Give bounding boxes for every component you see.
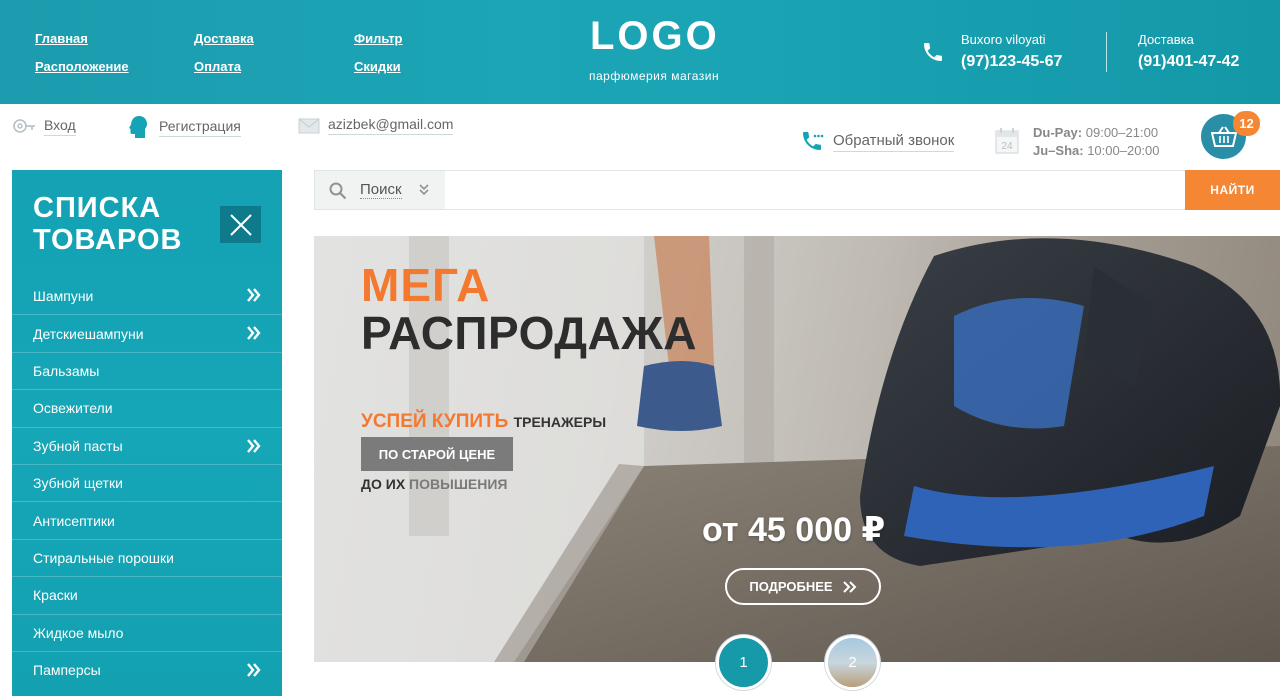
- sidebar-item[interactable]: Зубной пасты: [12, 426, 282, 464]
- double-chevron-right-icon: [247, 288, 261, 302]
- search-input[interactable]: [445, 171, 1185, 209]
- sidebar-item-label: Памперсы: [33, 662, 101, 679]
- nav-discounts-link[interactable]: Скидки: [354, 59, 401, 74]
- sidebar-item-label: Шампуни: [33, 287, 94, 304]
- callback-phone-icon: [803, 132, 824, 150]
- sidebar-item-label: Бальзамы: [33, 362, 100, 379]
- header-divider: [1106, 32, 1107, 72]
- sidebar-item-label: Жидкое мыло: [33, 624, 124, 641]
- site-logo[interactable]: LOGO: [590, 14, 720, 59]
- nav-location-link[interactable]: Расположение: [35, 59, 129, 74]
- working-hours: Du-Pay: 09:00–21:00 Ju–Sha: 10:00–20:00: [1033, 124, 1160, 160]
- sidebar-title-line2: ТОВАРОВ: [33, 224, 183, 256]
- email-link[interactable]: azizbek@gmail.com: [298, 116, 454, 135]
- sidebar-item-label: Стиральные порошки: [33, 549, 174, 566]
- double-chevron-right-icon: [842, 580, 857, 593]
- email-label: azizbek@gmail.com: [328, 116, 454, 135]
- banner-hurry-accent: УСПЕЙ КУПИТЬ: [361, 411, 509, 432]
- sidebar-item[interactable]: Шампуни: [12, 277, 282, 314]
- contact-phone-1[interactable]: (97)123-45-67: [961, 53, 1062, 71]
- search-category-label: Поиск: [360, 181, 402, 199]
- envelope-icon: [298, 118, 320, 133]
- site-header: Главная Расположение Доставка Оплата Фил…: [0, 0, 1280, 104]
- banner-until-text: ДО ИХ ПОВЫШЕНИЯ: [361, 476, 507, 492]
- sidebar-item-label: Детскиешампуни: [33, 325, 144, 342]
- banner-price: от 45 000 ₽: [702, 511, 886, 549]
- sidebar-item[interactable]: Освежители: [12, 389, 282, 426]
- banner-more-label: ПОДРОБНЕЕ: [749, 579, 833, 594]
- banner-old-price-badge: ПО СТАРОЙ ЦЕНЕ: [361, 437, 513, 471]
- search-submit-button[interactable]: НАЙТИ: [1185, 170, 1280, 210]
- sidebar-item[interactable]: Бальзамы: [12, 351, 282, 389]
- contact-region-label: Buxoro viloyati: [961, 32, 1046, 47]
- calendar-day: 24: [1001, 141, 1013, 152]
- slide-dot-2-label: 2: [848, 654, 857, 671]
- category-sidebar: СПИСКА ТОВАРОВ Шампуни Детскиешампуни Баль…: [12, 170, 282, 696]
- cart-count-badge: 12: [1233, 111, 1260, 136]
- contact-phone-2[interactable]: (91)401-47-42: [1138, 53, 1239, 71]
- calendar-icon: 24: [995, 128, 1019, 154]
- user-head-icon: [129, 116, 147, 138]
- sidebar-item[interactable]: Стиральные порошки: [12, 538, 282, 576]
- login-label: Вход: [44, 117, 76, 136]
- banner-hurry-product: ТРЕНАЖЕРЫ: [513, 414, 607, 430]
- sidebar-title: СПИСКА ТОВАРОВ: [33, 192, 213, 256]
- nav-payment-link[interactable]: Оплата: [194, 59, 241, 74]
- double-chevron-down-icon: [419, 184, 429, 196]
- login-link[interactable]: Вход: [12, 116, 76, 136]
- sidebar-item-label: Краски: [33, 587, 78, 604]
- banner-hurry-text: УСПЕЙ КУПИТЬ ТРЕНАЖЕРЫ: [361, 411, 606, 433]
- callback-label: Обратный звонок: [833, 132, 955, 152]
- sidebar-item-label: Антисептики: [33, 512, 115, 529]
- search-bar: Поиск: [314, 170, 1280, 210]
- sidebar-item[interactable]: Детскиешампуни: [12, 314, 282, 351]
- sidebar-close-button[interactable]: [220, 206, 261, 243]
- sidebar-item[interactable]: Зубной щетки: [12, 463, 282, 501]
- sidebar-title-line1: СПИСКА: [33, 192, 162, 224]
- banner-until-accent: ПОВЫШЕНИЯ: [409, 476, 508, 492]
- nav-delivery-link[interactable]: Доставка: [194, 31, 254, 46]
- banner-heading-line2: РАСПРОДАЖА: [361, 307, 698, 359]
- callback-link[interactable]: Обратный звонок: [801, 130, 955, 154]
- hours-days-1: Du-Pay:: [1033, 125, 1083, 140]
- basket-icon: [1211, 126, 1237, 147]
- double-chevron-right-icon: [247, 326, 261, 341]
- sidebar-item-label: Зубной щетки: [33, 475, 123, 492]
- double-chevron-right-icon: [247, 438, 261, 453]
- hours-days-2: Ju–Sha:: [1033, 143, 1084, 158]
- phone-icon: [924, 43, 942, 61]
- category-menu: Шампуни Детскиешампуни Бальзамы Освежители З…: [12, 277, 282, 688]
- close-icon: [229, 213, 252, 236]
- register-label: Регистрация: [159, 118, 241, 137]
- promo-banner: МЕГА РАСПРОДАЖА УСПЕЙ КУПИТЬ ТРЕНАЖЕРЫ П…: [314, 236, 1280, 662]
- contact-delivery-label: Доставка: [1138, 32, 1194, 47]
- logo-subtitle: парфюмерия магазин: [589, 69, 720, 83]
- search-category-select[interactable]: Поиск: [315, 171, 445, 209]
- sidebar-item[interactable]: Антисептики: [12, 501, 282, 538]
- banner-heading-line1: МЕГА: [361, 259, 491, 311]
- hours-time-2: 10:00–20:00: [1087, 143, 1160, 158]
- register-link[interactable]: Регистрация: [127, 114, 241, 140]
- nav-home-link[interactable]: Главная: [35, 31, 88, 46]
- banner-until-label: ДО ИХ: [361, 476, 406, 492]
- banner-more-button[interactable]: ПОДРОБНЕЕ: [725, 568, 881, 605]
- nav-filter-link[interactable]: Фильтр: [354, 31, 403, 46]
- sidebar-item[interactable]: Памперсы: [12, 650, 282, 688]
- search-icon: [329, 182, 347, 200]
- slide-dot-1[interactable]: 1: [716, 635, 771, 690]
- slide-dot-2[interactable]: 2: [825, 635, 880, 690]
- double-chevron-right-icon: [247, 663, 261, 677]
- sidebar-item[interactable]: Жидкое мыло: [12, 613, 282, 651]
- sidebar-item[interactable]: Краски: [12, 576, 282, 613]
- hours-time-1: 09:00–21:00: [1085, 125, 1159, 140]
- sidebar-item-label: Зубной пасты: [33, 437, 123, 454]
- key-icon: [13, 119, 35, 133]
- sidebar-item-label: Освежители: [33, 400, 113, 417]
